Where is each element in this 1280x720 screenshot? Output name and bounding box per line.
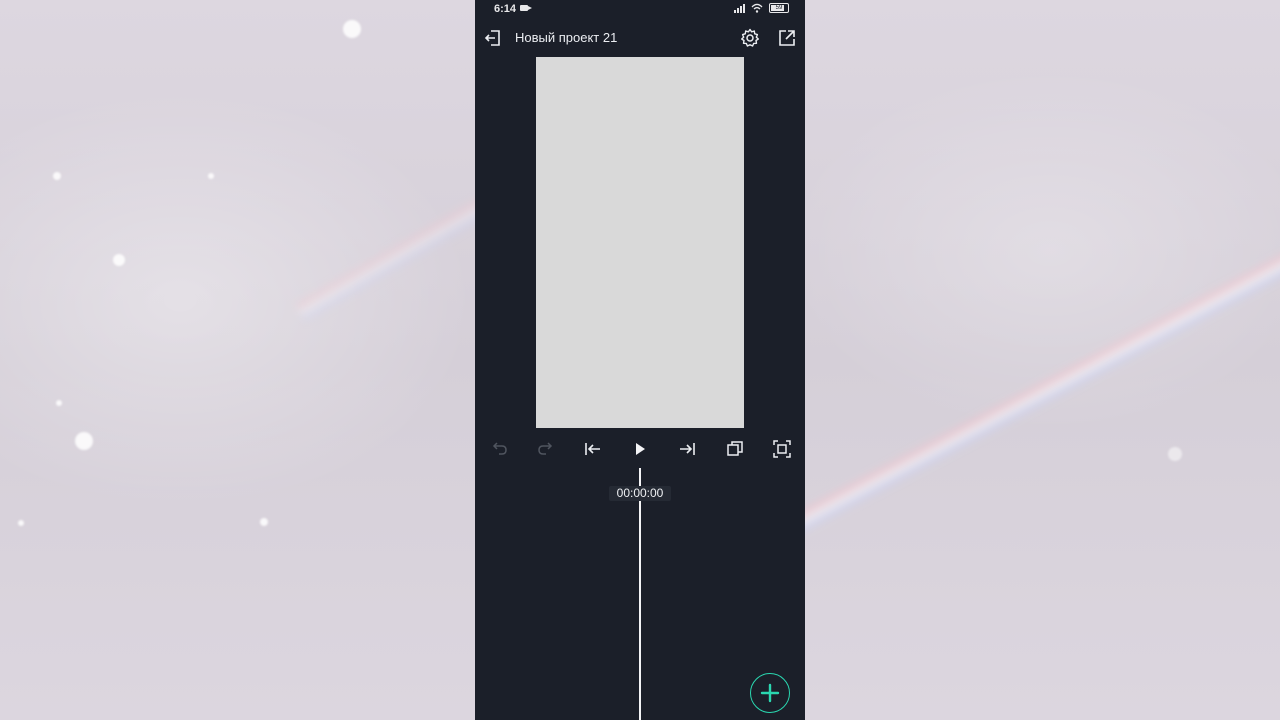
bokeh-sparkle (113, 254, 125, 266)
bokeh-sparkle (1168, 447, 1182, 461)
gear-icon[interactable] (738, 26, 762, 50)
fullscreen-icon[interactable] (769, 437, 795, 461)
redo-icon[interactable] (533, 437, 559, 461)
timecode-label: 00:00:00 (609, 486, 671, 501)
status-indicators: 59 (734, 3, 789, 13)
bokeh-sparkle (208, 173, 214, 179)
status-bar: 6:14 59 (475, 0, 805, 18)
bokeh-sparkle (343, 20, 361, 38)
status-time: 6:14 (494, 3, 517, 15)
playback-controls (475, 433, 805, 465)
add-media-button[interactable] (750, 673, 790, 713)
bokeh-sparkle (18, 520, 24, 526)
bokeh-sparkle (56, 400, 62, 406)
battery-icon: 59 (769, 3, 789, 13)
video-preview-canvas[interactable] (536, 57, 744, 428)
playhead[interactable] (639, 468, 641, 720)
battery-level: 59 (775, 5, 783, 11)
bokeh-sparkle (53, 172, 61, 180)
share-export-icon[interactable] (775, 26, 799, 50)
copy-icon[interactable] (722, 437, 748, 461)
video-recording-icon (520, 5, 532, 11)
skip-to-start-icon[interactable] (580, 437, 606, 461)
app-bar: Новый проект 21 (475, 20, 805, 54)
bokeh-sparkle (75, 432, 93, 450)
skip-to-end-icon[interactable] (674, 437, 700, 461)
play-icon[interactable] (627, 437, 653, 461)
cellular-signal-icon (734, 3, 745, 13)
bokeh-sparkle (260, 518, 268, 526)
undo-icon[interactable] (486, 437, 512, 461)
plus-icon (760, 683, 780, 703)
wifi-icon (751, 3, 763, 13)
rainbow-light-streak (773, 192, 1280, 545)
phone-screen: 6:14 59 Новый проект 21 00:00:00 (475, 0, 805, 720)
exit-icon[interactable] (482, 27, 504, 49)
project-title: Новый проект 21 (515, 30, 618, 45)
